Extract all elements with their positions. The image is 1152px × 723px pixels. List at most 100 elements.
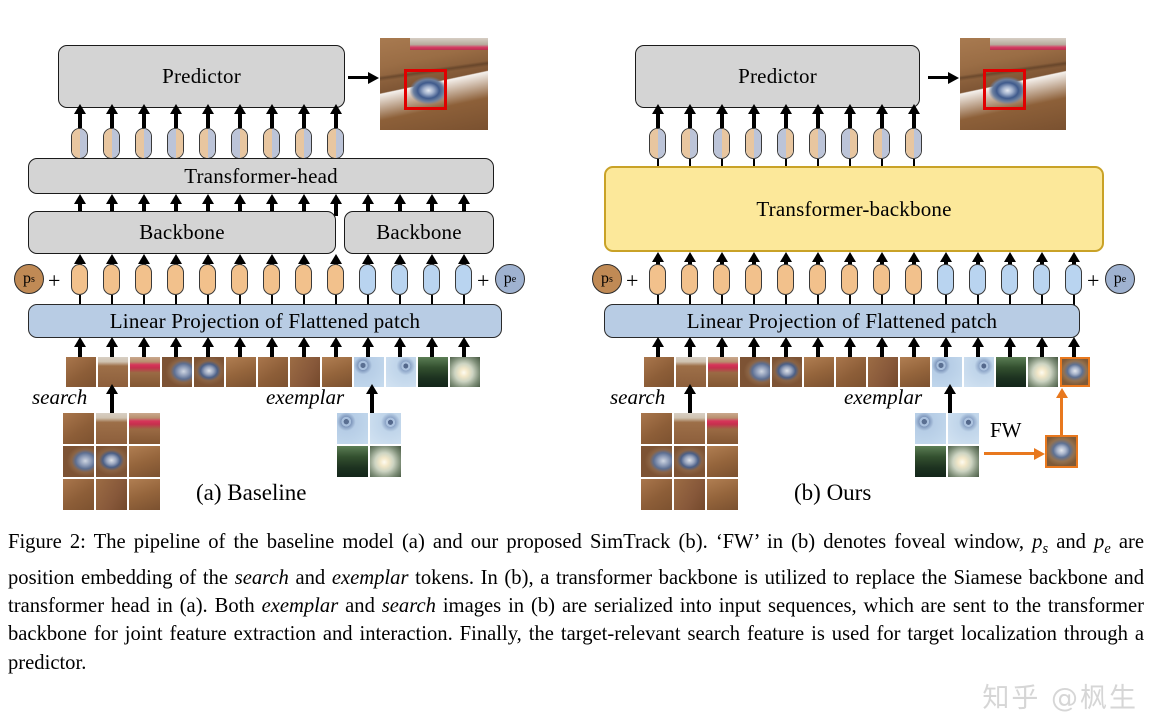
grid-cell (63, 446, 94, 477)
ps-subscript: s (31, 273, 35, 285)
arrow-token-to-predictor (816, 112, 820, 128)
exemplar-embed-token (391, 264, 408, 295)
exemplar-label: exemplar (266, 385, 345, 409)
grid-cell (948, 446, 979, 477)
ours-output-image (960, 38, 1066, 130)
ours-predictor-box: Predictor (635, 45, 920, 108)
baseline-output-arrow (348, 76, 370, 79)
bounding-box (403, 69, 447, 110)
position-embedding-search-circle: ps (14, 264, 44, 294)
search-patch (258, 357, 288, 387)
search-embed-token (809, 264, 826, 295)
grid-cell (96, 479, 127, 510)
foveal-window-patch (1060, 357, 1090, 387)
plus-sign-left: + (48, 268, 61, 293)
transformer-head-box: Transformer-head (28, 158, 494, 194)
figure-2-pipeline-diagram: Predictor Transformer-head Backbone Back… (0, 0, 1152, 723)
output-token (231, 128, 248, 159)
caption-prefix: Figure 2: (8, 531, 86, 553)
search-patch (740, 357, 770, 387)
crowd-band (989, 38, 1066, 50)
output-token (71, 128, 88, 159)
fw-vertical-arrow (1060, 396, 1063, 436)
arrow-token-to-predictor (302, 112, 306, 128)
linear-projection-box: Linear Projection of Flattened patch (604, 304, 1080, 338)
search-embed-token (231, 264, 248, 295)
output-token (199, 128, 216, 159)
exemplar-patch (354, 357, 384, 387)
exemplar-patch (1028, 357, 1058, 387)
arrow-backbone-to-head (334, 202, 338, 216)
arrow-token-to-predictor (656, 112, 660, 128)
pe-label: p (503, 270, 512, 287)
arrow-token-to-predictor (238, 112, 242, 128)
grid-cell (674, 446, 705, 477)
ps-subscript: s (609, 273, 613, 285)
pe-subscript: e (1121, 273, 1127, 285)
pe-subscript: e (511, 273, 517, 285)
grid-cell (129, 413, 160, 444)
exemplar-label: exemplar (844, 385, 923, 409)
arrow-token-to-predictor (174, 112, 178, 128)
grid-cell (337, 413, 368, 444)
crowd-band (410, 38, 488, 50)
search-patch (162, 357, 192, 387)
grid-cell (129, 446, 160, 477)
arrow-token-to-predictor (206, 112, 210, 128)
output-token (649, 128, 666, 159)
baseline-output-image (380, 38, 488, 130)
backbone-exemplar-box: Backbone (344, 211, 494, 254)
caption-search-1: search (234, 566, 289, 589)
fw-label: FW (990, 418, 1022, 442)
output-token (745, 128, 762, 159)
output-token (327, 128, 344, 159)
search-embed-token (649, 264, 666, 295)
search-patch (804, 357, 834, 387)
arrow-token-to-predictor (688, 112, 692, 128)
search-patch (322, 357, 352, 387)
position-embedding-exemplar-circle: pe (495, 264, 525, 294)
search-label: search (32, 385, 88, 409)
search-embed-token (71, 264, 88, 295)
grid-cell (915, 413, 946, 444)
panel-a-label: (a) Baseline (196, 480, 307, 505)
search-embed-token (295, 264, 312, 295)
figure-caption: Figure 2: The pipeline of the baseline m… (8, 528, 1144, 677)
plus-sign-left: + (626, 268, 639, 293)
exemplar-patch (418, 357, 448, 387)
linear-projection-label: Linear Projection of Flattened patch (109, 308, 421, 333)
search-patch (66, 357, 96, 387)
linear-projection-label: Linear Projection of Flattened patch (686, 308, 998, 333)
exemplar-patch (450, 357, 480, 387)
caption-mid5: and (338, 594, 382, 617)
ps-label: p (23, 270, 32, 287)
baseline-predictor-box: Predictor (58, 45, 345, 108)
arrow-token-to-predictor (880, 112, 884, 128)
grid-cell (370, 413, 401, 444)
search-embed-token (135, 264, 152, 295)
grid-cell (707, 479, 738, 510)
grid-cell (915, 446, 946, 477)
grid-cell (96, 446, 127, 477)
caption-search-2: search (381, 594, 436, 617)
arrow-token-to-predictor (752, 112, 756, 128)
backbone-search-label: Backbone (139, 220, 225, 244)
caption-mid1: and (1048, 531, 1095, 553)
exemplar-embed-token (359, 264, 376, 295)
caption-ps: ps (1032, 531, 1049, 558)
output-token (713, 128, 730, 159)
output-token (681, 128, 698, 159)
backbone-search-box: Backbone (28, 211, 336, 254)
search-label: search (610, 385, 666, 409)
search-embed-token (905, 264, 922, 295)
panel-b-label: (b) Ours (794, 480, 872, 505)
search-embed-token (841, 264, 858, 295)
search-patch (130, 357, 160, 387)
search-patch (676, 357, 706, 387)
grid-cell (641, 479, 672, 510)
grid-cell (641, 446, 672, 477)
output-token (809, 128, 826, 159)
grid-cell (707, 413, 738, 444)
search-embed-token (745, 264, 762, 295)
search-grid-arrow (110, 392, 114, 414)
